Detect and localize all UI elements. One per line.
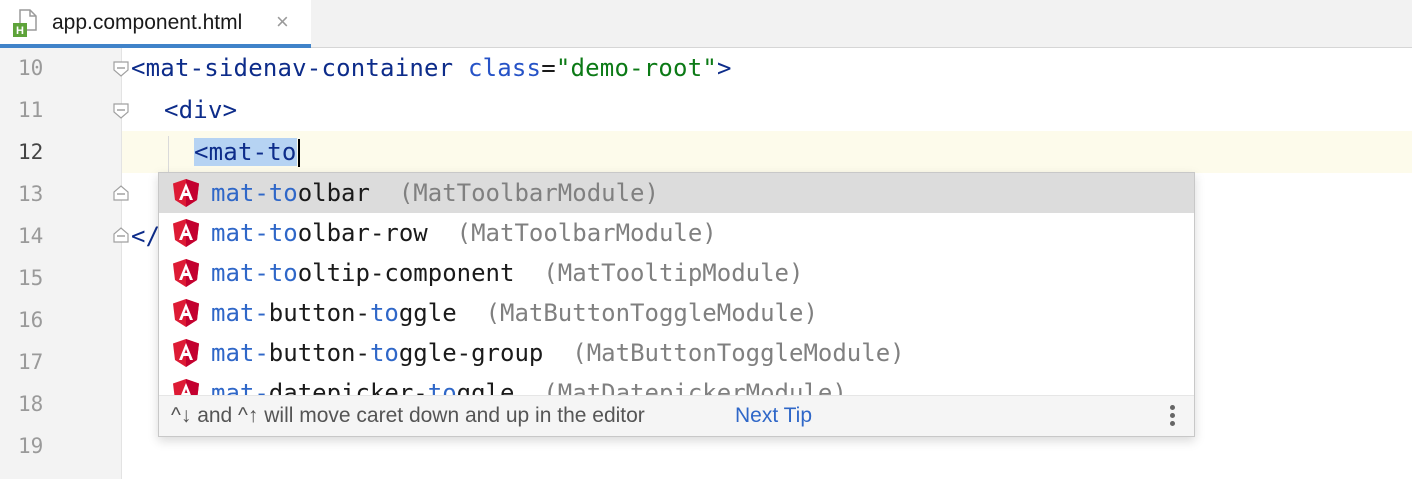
fold-close-icon[interactable] [112, 184, 130, 202]
completion-item-text: mat-tooltip-component (MatTooltipModule) [211, 259, 804, 287]
code-line-11[interactable]: <div> [164, 96, 237, 124]
text-cursor [297, 139, 300, 167]
line-number: 15 [18, 266, 44, 290]
closing-tag-partial: </ [131, 222, 161, 250]
tag-bracket: > [222, 96, 238, 124]
html-file-icon: H [13, 9, 37, 37]
line-number: 16 [18, 308, 44, 332]
line-number: 10 [18, 56, 44, 80]
line-number: 14 [18, 224, 44, 248]
more-options-icon[interactable] [1168, 402, 1176, 430]
angular-icon [173, 179, 199, 207]
completion-item-text: mat-toolbar (MatToolbarModule) [211, 179, 659, 207]
code-line-10[interactable]: <mat-sidenav-container class="demo-root"… [131, 54, 732, 82]
completion-item-text: mat-datepicker-toggle (MatDatepickerModu… [211, 379, 847, 395]
tag-bracket: > [717, 54, 732, 82]
fold-open-icon[interactable] [112, 102, 130, 120]
tab-app-component-html[interactable]: H app.component.html × [0, 0, 311, 48]
tag-bracket: < [131, 54, 146, 82]
angular-icon [173, 379, 199, 395]
indent-guide [168, 136, 169, 172]
next-tip-link[interactable]: Next Tip [735, 404, 812, 428]
completion-item[interactable]: mat-datepicker-toggle (MatDatepickerModu… [159, 373, 1194, 395]
equals-sign: = [541, 54, 556, 82]
completion-item-text: mat-button-toggle (MatButtonToggleModule… [211, 299, 818, 327]
angular-icon [173, 259, 199, 287]
angular-icon [173, 339, 199, 367]
line-number: 17 [18, 350, 44, 374]
line-number: 13 [18, 182, 44, 206]
tip-text: ^↓ and ^↑ will move caret down and up in… [171, 404, 645, 427]
line-number: 18 [18, 392, 44, 416]
editor-tab-bar: H app.component.html × [0, 0, 1412, 48]
line-number: 12 [18, 140, 44, 164]
svg-text:H: H [16, 25, 24, 37]
line-number: 11 [18, 98, 44, 122]
line-number: 19 [18, 434, 44, 458]
completion-item[interactable]: mat-toolbar-row (MatToolbarModule) [159, 213, 1194, 253]
fold-close-icon[interactable] [112, 226, 130, 244]
completion-item[interactable]: mat-toolbar (MatToolbarModule) [159, 173, 1194, 213]
typed-text: <mat-to [194, 138, 297, 166]
code-line-12[interactable]: <mat-to [194, 138, 300, 167]
fold-open-icon[interactable] [112, 60, 130, 78]
close-icon[interactable]: × [276, 9, 289, 35]
completion-item-text: mat-toolbar-row (MatToolbarModule) [211, 219, 717, 247]
tag-bracket: < [164, 96, 179, 124]
completion-item[interactable]: mat-button-toggle (MatButtonToggleModule… [159, 293, 1194, 333]
tab-label: app.component.html [52, 11, 243, 34]
completion-item-text: mat-button-toggle-group (MatButtonToggle… [211, 339, 905, 367]
tag-name: mat-sidenav-container [145, 54, 454, 82]
attribute-value: "demo-root" [555, 54, 718, 82]
tag-name: div [178, 96, 223, 124]
angular-icon [173, 219, 199, 247]
code-completion-popup: mat-toolbar (MatToolbarModule) mat-toolb… [158, 172, 1195, 437]
completion-footer: ^↓ and ^↑ will move caret down and up in… [159, 395, 1194, 436]
completion-list[interactable]: mat-toolbar (MatToolbarModule) mat-toolb… [159, 173, 1194, 395]
completion-item[interactable]: mat-button-toggle-group (MatButtonToggle… [159, 333, 1194, 373]
attribute-name: class [467, 54, 542, 82]
angular-icon [173, 299, 199, 327]
code-line-14[interactable]: </ [131, 222, 160, 250]
completion-item[interactable]: mat-tooltip-component (MatTooltipModule) [159, 253, 1194, 293]
